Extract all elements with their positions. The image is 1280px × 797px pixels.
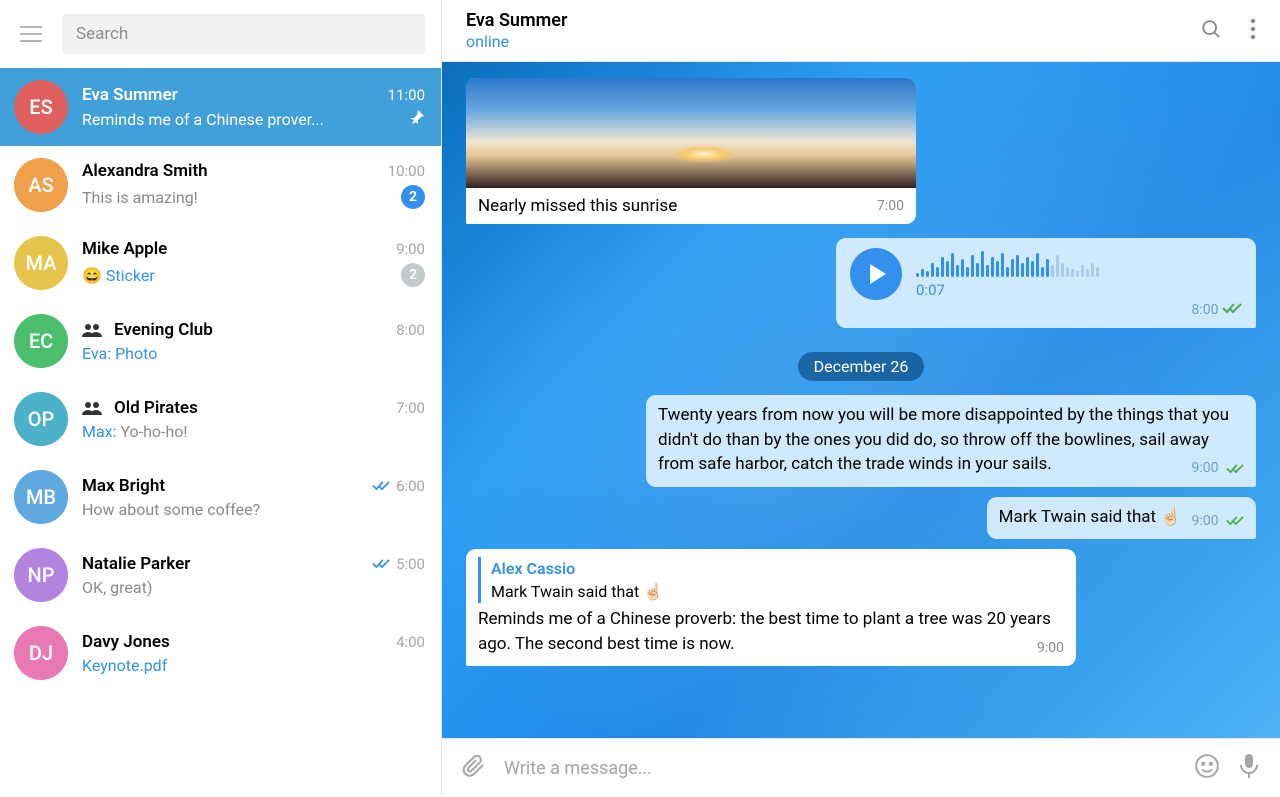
search-box[interactable] [62, 14, 425, 54]
reply-reference[interactable]: Alex Cassio Mark Twain said that ☝🏻 [478, 557, 1064, 603]
attach-icon[interactable] [462, 754, 486, 782]
composer [442, 738, 1280, 797]
chat-title: Eva Summer [466, 10, 1200, 31]
message-voice[interactable]: 0:07 8:00 [836, 238, 1256, 328]
chat-time: 8:00 [396, 321, 425, 339]
message-text: Mark Twain said that ☝🏻 [999, 507, 1182, 527]
chat-name: Old Pirates [114, 398, 390, 418]
chat-preview: How about some coffee? [82, 500, 425, 519]
chat-preview: Eva: Photo [82, 344, 425, 363]
chat-name: Evening Club [114, 320, 390, 340]
chat-name: Natalie Parker [82, 554, 366, 574]
chat-list: ES Eva Summer 11:00 Reminds me of a Chinese… [0, 68, 441, 797]
read-checks-icon [372, 558, 390, 569]
search-input[interactable] [76, 24, 411, 44]
message-time: 8:00 [1192, 302, 1219, 318]
messages-area[interactable]: Nearly missed this sunrise 7:00 0:07 8:0… [442, 62, 1280, 738]
chat-time: 10:00 [388, 162, 425, 180]
avatar: OP [14, 392, 68, 446]
chat-item[interactable]: ES Eva Summer 11:00 Reminds me of a Chinese… [0, 68, 441, 146]
chat-preview: Keynote.pdf [82, 656, 425, 675]
read-checks-icon [1222, 302, 1242, 318]
message-text: Twenty years from now you will be more d… [658, 405, 1229, 474]
chat-time: 11:00 [388, 86, 425, 104]
chat-preview: Max: Yo-ho-ho! [82, 422, 425, 441]
chat-item[interactable]: AS Alexandra Smith 10:00 This is amazing! 2 [0, 146, 441, 224]
chat-item[interactable]: MA Mike Apple 9:00😄Sticker 2 [0, 224, 441, 302]
message-time: 7:00 [877, 198, 904, 214]
chat-name: Davy Jones [82, 632, 390, 652]
pin-icon [409, 109, 425, 129]
message-time: 9:00 [1192, 460, 1219, 476]
date-separator: December 26 [798, 352, 925, 381]
group-icon [82, 323, 102, 337]
menu-icon[interactable] [18, 22, 44, 46]
waveform[interactable] [916, 249, 1242, 277]
voice-duration: 0:07 [916, 281, 1242, 299]
read-checks-icon [1226, 515, 1244, 526]
read-checks-icon [1226, 463, 1244, 474]
chat-name: Max Bright [82, 476, 366, 496]
chat-item[interactable]: EC Evening Club 8:00 Eva: Photo [0, 302, 441, 380]
chat-time: 5:00 [396, 555, 425, 573]
message-out[interactable]: Mark Twain said that ☝🏻 9:00 [987, 497, 1256, 539]
avatar: MB [14, 470, 68, 524]
avatar: DJ [14, 626, 68, 680]
chat-item[interactable]: DJ Davy Jones 4:00 Keynote.pdf [0, 614, 441, 692]
chat-preview: This is amazing! [82, 188, 395, 207]
avatar: AS [14, 158, 68, 212]
photo-thumbnail[interactable] [466, 78, 916, 188]
chat-preview: Reminds me of a Chinese prover... [82, 110, 403, 129]
unread-badge: 2 [401, 263, 425, 287]
chat-time: 4:00 [396, 633, 425, 651]
message-in[interactable]: Alex Cassio Mark Twain said that ☝🏻 Remi… [466, 549, 1076, 666]
search-chat-icon[interactable] [1200, 18, 1222, 44]
reply-text: Mark Twain said that ☝🏻 [491, 580, 1064, 603]
emoji-icon[interactable] [1194, 753, 1220, 783]
chat-time: 9:00 [396, 240, 425, 258]
chat-time: 6:00 [396, 477, 425, 495]
chat-item[interactable]: MB Max Bright 6:00 How about some coffee? [0, 458, 441, 536]
chat-preview: 😄Sticker [82, 266, 395, 285]
chat-item[interactable]: OP Old Pirates 7:00 Max: Yo-ho-ho! [0, 380, 441, 458]
photo-caption: Nearly missed this sunrise [478, 196, 877, 216]
message-photo[interactable]: Nearly missed this sunrise 7:00 [466, 78, 916, 224]
avatar: NP [14, 548, 68, 602]
message-out[interactable]: Twenty years from now you will be more d… [646, 395, 1256, 487]
avatar: MA [14, 236, 68, 290]
reply-author: Alex Cassio [491, 557, 1064, 580]
chat-name: Alexandra Smith [82, 161, 382, 181]
group-icon [82, 401, 102, 415]
chat-name: Eva Summer [82, 85, 382, 105]
message-time: 9:00 [1192, 513, 1219, 529]
unread-badge: 2 [401, 185, 425, 209]
message-text: Reminds me of a Chinese proverb: the bes… [478, 609, 1051, 654]
mic-icon[interactable] [1238, 753, 1260, 783]
chat-preview: OK, great) [82, 578, 425, 597]
message-time: 9:00 [1037, 638, 1064, 658]
conversation-panel: Eva Summer online Nearly missed this sun… [442, 0, 1280, 797]
chat-time: 7:00 [396, 399, 425, 417]
message-input[interactable] [504, 758, 1176, 779]
read-checks-icon [372, 480, 390, 491]
chat-item[interactable]: NP Natalie Parker 5:00 OK, great) [0, 536, 441, 614]
avatar: EC [14, 314, 68, 368]
chat-header: Eva Summer online [442, 0, 1280, 62]
chat-name: Mike Apple [82, 239, 390, 259]
avatar: ES [14, 80, 68, 134]
more-icon[interactable] [1250, 18, 1256, 44]
sidebar: ES Eva Summer 11:00 Reminds me of a Chinese… [0, 0, 442, 797]
chat-status: online [466, 32, 1200, 51]
play-button[interactable] [850, 248, 902, 300]
